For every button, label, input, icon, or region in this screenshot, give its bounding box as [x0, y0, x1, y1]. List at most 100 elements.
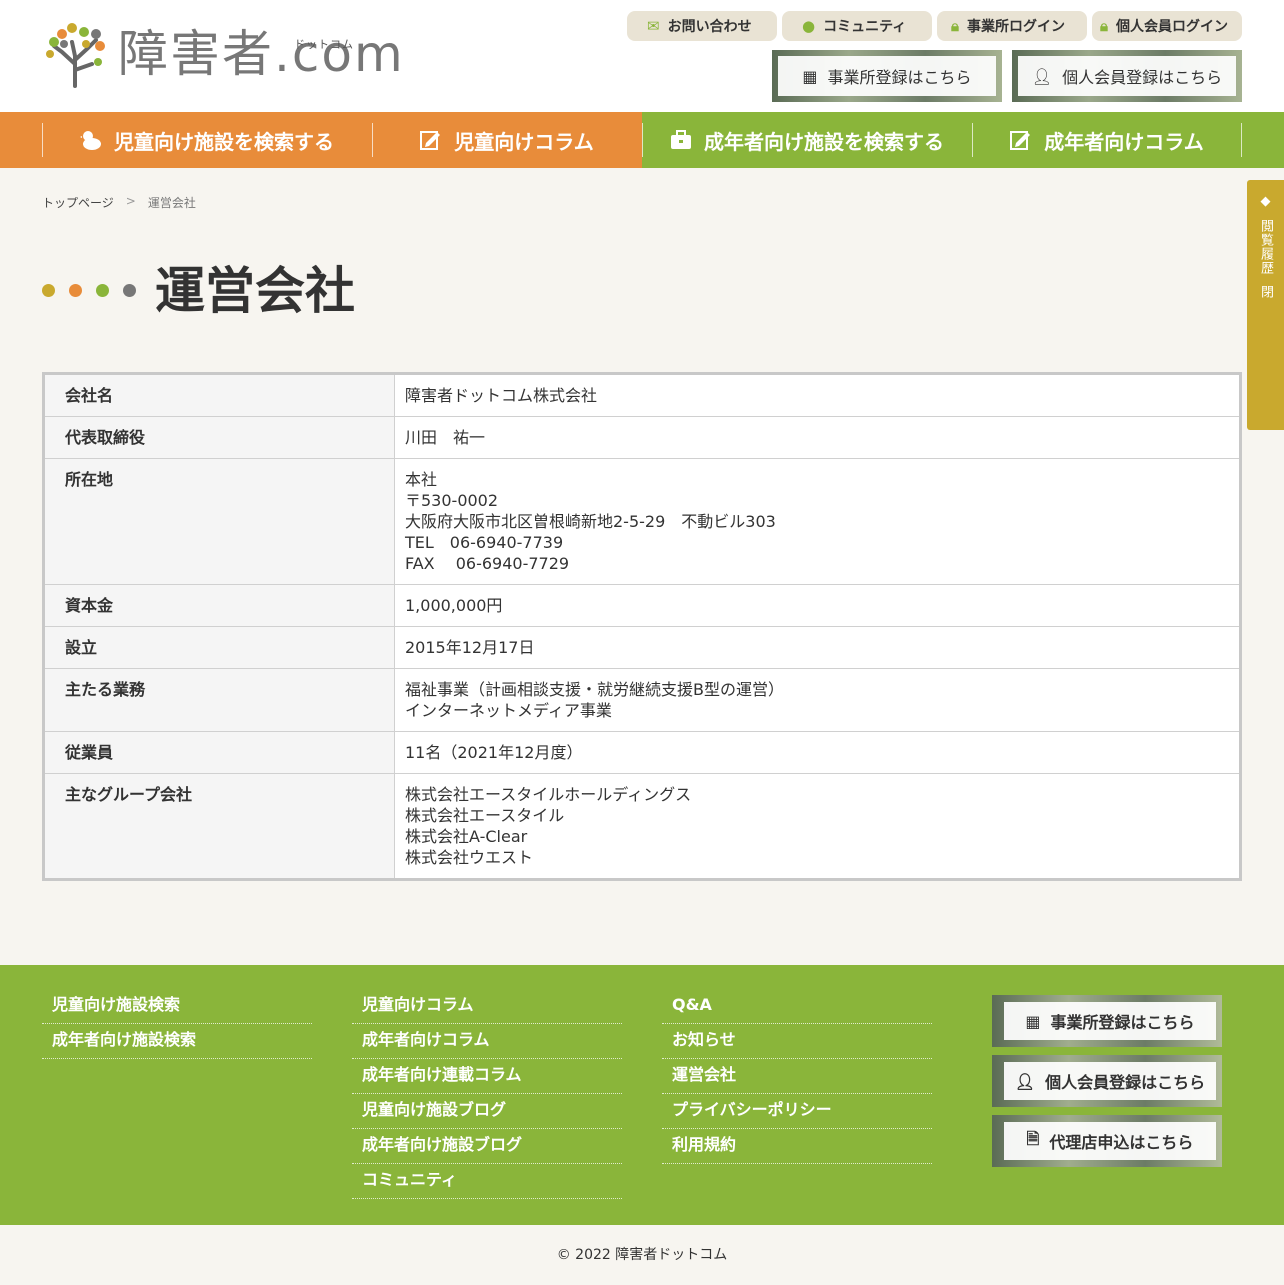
footer-column-2: 児童向けコラム 成年者向けコラム 成年者向け連載コラム 児童向け施設ブログ 成年者向け施… — [352, 989, 622, 1199]
breadcrumb-current: 運営会社 — [147, 196, 196, 210]
building-icon: ▦ — [1025, 1011, 1041, 1031]
table-value-line: インターネットメディア事業 — [405, 701, 612, 720]
footer-link[interactable]: Q&A — [662, 989, 932, 1024]
logo-text: 障害者.com — [118, 25, 405, 83]
footer-member-register-label: 個人会員登録はこちら — [1045, 1073, 1206, 1092]
footer-office-register-label: 事業所登録はこちら — [1050, 1013, 1195, 1032]
table-row-value: 11名（2021年12月度） — [394, 731, 1241, 774]
member-register-label: 個人会員登録はこちら — [1062, 68, 1223, 87]
table-row-label: 主なグループ会社 — [43, 773, 395, 880]
heading-dots — [42, 284, 136, 297]
contact-link[interactable]: ✉ お問い合わせ — [627, 11, 777, 41]
nav-adult-column-label: 成年者向けコラム — [1044, 129, 1204, 154]
document-icon: 🗎︎ — [1026, 1128, 1040, 1148]
table-row: 資本金 1,000,000円 — [43, 584, 1241, 627]
lock-icon: 🔒︎ — [1100, 17, 1108, 35]
copyright: © 2022 障害者ドットコム — [556, 1247, 728, 1263]
footer-link[interactable]: 成年者向けコラム — [352, 1024, 622, 1059]
site-logo[interactable]: 障害者.com ドットコム — [42, 20, 403, 90]
footer-agency-apply-label: 代理店申込はこちら — [1049, 1133, 1194, 1152]
history-side-tab[interactable]: ◆ 閲覧履歴 閉 — [1247, 180, 1284, 430]
table-value-line: 〒530-0002 — [405, 491, 499, 510]
member-login-label: 個人会員ログイン — [1115, 19, 1228, 35]
table-row-value: 川田 祐一 — [394, 416, 1241, 459]
history-label: 閲覧履歴 — [1258, 219, 1273, 275]
nav-children-column-label: 児童向けコラム — [454, 129, 594, 154]
footer-column-1: 児童向け施設検索 成年者向け施設検索 — [42, 989, 312, 1059]
footer-link[interactable]: 利用規約 — [662, 1129, 932, 1164]
heading-dot — [96, 284, 109, 297]
table-value-line: 本社 — [405, 470, 438, 489]
footer-link[interactable]: お知らせ — [662, 1024, 932, 1059]
table-value-line: 株式会社エースタイルホールディングス — [405, 785, 692, 804]
main-nav: 児童向け施設を検索する 児童向けコラム 成年者向け施設を検索する 成年者向けコラ… — [0, 112, 1284, 168]
table-value-line: 2015年12月17日 — [405, 638, 535, 657]
footer-link[interactable]: 成年者向け施設ブログ — [352, 1129, 622, 1164]
office-login-link[interactable]: 🔒︎ 事業所ログイン — [937, 11, 1087, 41]
nav-adult-search[interactable]: 成年者向け施設を検索する — [642, 112, 972, 168]
table-value-line: FAX 06-6940-7729 — [405, 554, 570, 573]
footer-link[interactable]: 児童向けコラム — [352, 989, 622, 1024]
table-row-label: 主たる業務 — [43, 668, 395, 732]
member-register-button[interactable]: 👤︎ 個人会員登録はこちら — [1012, 50, 1242, 102]
table-row-label: 代表取締役 — [43, 416, 395, 459]
footer-column-3: Q&A お知らせ 運営会社 プライバシーポリシー 利用規約 — [662, 989, 932, 1164]
logo-sub: ドットコム — [294, 38, 354, 51]
site-footer: 児童向け施設検索 成年者向け施設検索 児童向けコラム 成年者向けコラム 成年者向け連載… — [0, 965, 1284, 1225]
footer-link[interactable]: コミュニティ — [352, 1164, 622, 1199]
company-info-table: 会社名 障害者ドットコム株式会社 代表取締役 川田 祐一 所在地 本社〒530-0002 大… — [42, 372, 1242, 881]
footer-agency-apply-button[interactable]: 🗎︎ 代理店申込はこちら — [992, 1115, 1222, 1167]
table-value-line: 株式会社エースタイル — [405, 806, 565, 825]
table-value-line: 株式会社A-Clear — [405, 827, 528, 846]
person-icon: 👤︎ — [1031, 66, 1053, 86]
table-value-line: TEL 06-6940-7739 — [405, 533, 564, 552]
table-row: 従業員 11名（2021年12月度） — [43, 731, 1241, 774]
table-row-value: 本社〒530-0002 大阪府大阪市北区曽根崎新地2-5-29 不動ビル303 TE… — [394, 458, 1241, 585]
person-icon: 👤︎ — [1014, 1071, 1036, 1091]
office-login-label: 事業所ログイン — [966, 19, 1065, 35]
footer-link[interactable]: 児童向け施設検索 — [42, 989, 312, 1024]
nav-children-search[interactable]: 児童向け施設を検索する — [42, 112, 372, 168]
breadcrumb: トップページ > 運営会社 — [42, 194, 196, 211]
footer-office-register-button[interactable]: ▦ 事業所登録はこちら — [992, 995, 1222, 1047]
table-row-value: 福祉事業（計画相談支援・就労継続支援B型の運営） インターネットメディア事業 — [394, 668, 1241, 732]
table-value-line: 1,000,000円 — [405, 596, 503, 615]
footer-buttons: ▦ 事業所登録はこちら 👤︎ 個人会員登録はこちら 🗎︎ 代理店申込はこちら — [992, 995, 1222, 1167]
footer-link[interactable]: プライバシーポリシー — [662, 1094, 932, 1129]
top-links: ✉ お問い合わせ ● コミュニティ 🔒︎ 事業所ログイン 🔒︎ 個人会員ログイン — [627, 11, 1242, 41]
community-link[interactable]: ● コミュニティ — [782, 11, 932, 41]
table-row: 所在地 本社〒530-0002 大阪府大阪市北区曽根崎新地2-5-29 不動ビル30… — [43, 458, 1241, 585]
footer-link[interactable]: 児童向け施設ブログ — [352, 1094, 622, 1129]
register-buttons: ▦ 事業所登録はこちら 👤︎ 個人会員登録はこちら — [772, 50, 1242, 102]
table-row-value: 2015年12月17日 — [394, 626, 1241, 669]
footer-link[interactable]: 成年者向け施設検索 — [42, 1024, 312, 1059]
table-row: 会社名 障害者ドットコム株式会社 — [43, 373, 1241, 417]
table-value-line: 11名（2021年12月度） — [405, 743, 583, 762]
nav-adult-column[interactable]: 成年者向けコラム — [972, 112, 1242, 168]
edit-icon — [1010, 129, 1032, 151]
footer-link[interactable]: 運営会社 — [662, 1059, 932, 1094]
lock-icon: 🔒︎ — [951, 17, 959, 35]
office-register-button[interactable]: ▦ 事業所登録はこちら — [772, 50, 1002, 102]
chat-icon: ● — [802, 17, 816, 35]
briefcase-icon — [670, 129, 692, 151]
duck-icon — [80, 129, 102, 151]
footer-link[interactable]: 成年者向け連載コラム — [352, 1059, 622, 1094]
close-label: 閉 — [1258, 285, 1273, 299]
nav-children-search-label: 児童向け施設を検索する — [114, 129, 334, 154]
nav-adult-search-label: 成年者向け施設を検索する — [704, 129, 944, 154]
contact-label: お問い合わせ — [667, 19, 752, 35]
table-value-line: 川田 祐一 — [405, 428, 486, 447]
breadcrumb-home[interactable]: トップページ — [42, 194, 114, 211]
member-login-link[interactable]: 🔒︎ 個人会員ログイン — [1092, 11, 1242, 41]
tree-logo-icon — [46, 23, 105, 88]
table-row-value: 障害者ドットコム株式会社 — [394, 373, 1241, 417]
table-row: 主なグループ会社 株式会社エースタイルホールディングス 株式会社エースタイル 株式会社… — [43, 773, 1241, 880]
footer-member-register-button[interactable]: 👤︎ 個人会員登録はこちら — [992, 1055, 1222, 1107]
table-value-line: 福祉事業（計画相談支援・就労継続支援B型の運営） — [405, 680, 784, 699]
table-value-line: 大阪府大阪市北区曽根崎新地2-5-29 不動ビル303 — [405, 512, 776, 531]
table-row-label: 所在地 — [43, 458, 395, 585]
office-register-label: 事業所登録はこちら — [827, 68, 972, 87]
table-row-label: 従業員 — [43, 731, 395, 774]
nav-children-column[interactable]: 児童向けコラム — [372, 112, 642, 168]
